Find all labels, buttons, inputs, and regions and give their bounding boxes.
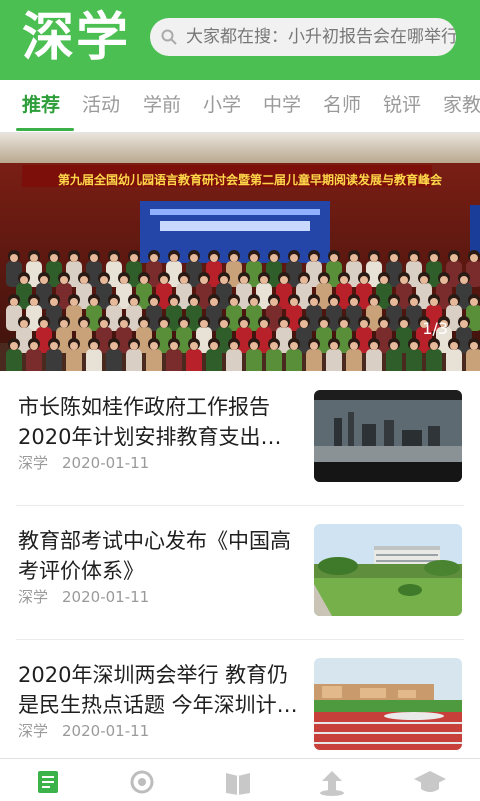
app-logo: 深学 xyxy=(22,8,131,68)
search-bar[interactable]: 大家都在搜：小升初报告会在哪举行 xyxy=(150,18,456,56)
search-icon xyxy=(161,29,177,45)
news-source: 深学 xyxy=(18,722,49,740)
news-thumbnail[interactable] xyxy=(314,658,462,750)
news-source: 深学 xyxy=(18,454,49,472)
tab-secondary[interactable]: 中学 xyxy=(263,80,301,132)
news-item[interactable]: 教育部考试中心发布《中国高考评价体系》 深学 2020-01-11 xyxy=(0,506,480,640)
news-thumbnail[interactable] xyxy=(314,390,462,482)
news-title[interactable]: 教育部考试中心发布《中国高考评价体系》 xyxy=(18,526,300,586)
bottom-navigation xyxy=(0,758,480,801)
news-meta: 深学 2020-01-11 xyxy=(18,720,149,741)
news-icon[interactable] xyxy=(28,767,68,797)
tab-primary[interactable]: 小学 xyxy=(203,80,241,132)
news-date: 2020-01-11 xyxy=(62,588,150,606)
news-date: 2020-01-11 xyxy=(62,722,150,740)
tab-famous-teachers[interactable]: 名师 xyxy=(323,80,361,132)
search-placeholder: 大家都在搜：小升初报告会在哪举行 xyxy=(186,27,456,47)
teacher-icon[interactable] xyxy=(312,767,352,797)
banner-headline: 第九届全国幼儿园语言教育研讨会暨第二届儿童早期阅读发展与教育峰会 xyxy=(58,173,443,187)
active-tab-indicator xyxy=(16,128,74,131)
banner-carousel[interactable]: 第九届全国幼儿园语言教育研讨会暨第二届儿童早期阅读发展与教育峰会 1/3 xyxy=(0,133,480,371)
news-title[interactable]: 市长陈如桂作政府工作报告 2020年计划安排教育支出… xyxy=(18,392,300,452)
news-title[interactable]: 2020年深圳两会举行 教育仍是民生热点话题 今年深圳计… xyxy=(18,660,300,720)
tab-tutoring[interactable]: 家教 xyxy=(443,80,480,132)
discover-icon[interactable] xyxy=(122,767,162,797)
tab-commentary[interactable]: 锐评 xyxy=(383,80,421,132)
news-item[interactable]: 2020年深圳两会举行 教育仍是民生热点话题 今年深圳计… 深学 2020-01-… xyxy=(0,640,480,774)
tab-recommend[interactable]: 推荐 xyxy=(22,80,60,132)
news-thumbnail[interactable] xyxy=(314,524,462,616)
category-tabs: 推荐 活动 学前 小学 中学 名师 锐评 家教 xyxy=(0,80,480,133)
news-source: 深学 xyxy=(18,588,49,606)
book-icon[interactable] xyxy=(218,767,258,797)
tab-activities[interactable]: 活动 xyxy=(82,80,120,132)
news-meta: 深学 2020-01-11 xyxy=(18,586,149,607)
graduation-cap-icon[interactable] xyxy=(410,767,450,797)
banner-photo xyxy=(0,133,480,371)
news-date: 2020-01-11 xyxy=(62,454,150,472)
news-meta: 深学 2020-01-11 xyxy=(18,452,149,473)
news-item[interactable]: 市长陈如桂作政府工作报告 2020年计划安排教育支出… 深学 2020-01-11 xyxy=(0,372,480,506)
carousel-page-indicator: 1/3 xyxy=(422,319,448,338)
app-header: 深学 大家都在搜：小升初报告会在哪举行 xyxy=(0,0,480,80)
tab-preschool[interactable]: 学前 xyxy=(143,80,181,132)
